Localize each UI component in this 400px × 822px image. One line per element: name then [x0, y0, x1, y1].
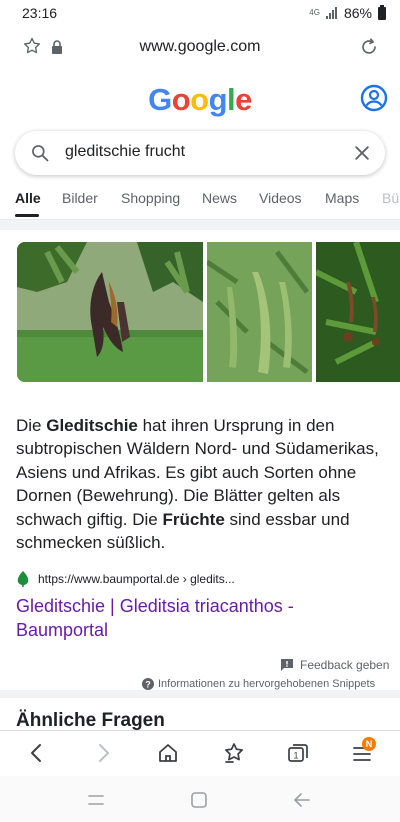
url-text[interactable]: www.google.com: [0, 38, 400, 56]
clear-icon[interactable]: [352, 143, 372, 163]
battery-icon: [378, 4, 386, 20]
svg-text:?: ?: [145, 680, 151, 690]
related-questions-title: Ähnliche Fragen: [16, 710, 165, 731]
system-back-icon[interactable]: [292, 790, 312, 810]
bookmarks-icon[interactable]: [222, 741, 246, 765]
help-icon: ?: [142, 678, 154, 690]
result-url[interactable]: https://www.baumportal.de › gledits...: [38, 572, 235, 586]
search-input[interactable]: gleditschie frucht: [65, 143, 185, 161]
search-icon: [32, 145, 49, 162]
signal-icon: [325, 7, 337, 19]
result-title-link[interactable]: Gleditschie | Gleditsia triacanthos - Ba…: [16, 594, 366, 642]
image-thumbnail[interactable]: [316, 242, 400, 382]
result-source[interactable]: https://www.baumportal.de › gledits...: [16, 571, 235, 587]
active-tab-indicator: [15, 214, 39, 217]
tab-news[interactable]: News: [202, 190, 237, 206]
tabs-count: 1: [293, 751, 298, 761]
image-thumbnail[interactable]: [17, 242, 203, 382]
address-bar[interactable]: www.google.com: [0, 30, 400, 66]
section-gap: [0, 690, 400, 698]
tab-alle[interactable]: Alle: [15, 190, 41, 206]
image-thumbnail[interactable]: [207, 242, 312, 382]
google-logo[interactable]: Google: [0, 82, 400, 118]
search-box[interactable]: gleditschie frucht: [15, 131, 385, 175]
network-indicator: 4G: [309, 8, 320, 17]
home-icon[interactable]: [157, 741, 179, 765]
site-favicon: [17, 571, 29, 587]
tab-maps[interactable]: Maps: [325, 190, 359, 206]
featured-snippets-info[interactable]: ? Informationen zu hervorgehobenen Snipp…: [142, 678, 375, 690]
image-carousel[interactable]: [17, 242, 400, 382]
back-icon[interactable]: [26, 741, 48, 765]
status-bar: 23:16 4G 86%: [0, 0, 400, 26]
menu-notification-badge: N: [362, 737, 376, 751]
tab-shopping[interactable]: Shopping: [121, 190, 180, 206]
reload-icon[interactable]: [358, 36, 380, 58]
battery-percent: 86%: [343, 5, 372, 21]
account-icon[interactable]: [360, 84, 388, 112]
tab-videos[interactable]: Videos: [259, 190, 302, 206]
featured-info-label[interactable]: Informationen zu hervorgehobenen Snippet…: [158, 678, 375, 690]
forward-icon[interactable]: [92, 741, 114, 765]
home-button-icon[interactable]: [189, 790, 209, 810]
system-navigation-bar: [0, 776, 400, 822]
browser-toolbar: 1 N: [0, 730, 400, 776]
tab-buecher[interactable]: Bü: [382, 190, 399, 206]
search-tabs: Alle Bilder Shopping News Videos Maps Bü: [0, 190, 400, 220]
feedback-icon: [281, 659, 293, 671]
recent-apps-icon[interactable]: [86, 790, 106, 810]
feedback-button[interactable]: Feedback geben: [280, 658, 389, 672]
tabs-icon[interactable]: 1: [286, 741, 310, 765]
status-time: 23:16: [22, 5, 58, 21]
section-gap: [0, 220, 400, 230]
featured-snippet-text: Die Gleditschie hat ihren Ursprung in de…: [16, 416, 379, 553]
tab-bilder[interactable]: Bilder: [62, 190, 98, 206]
feedback-label[interactable]: Feedback geben: [300, 658, 389, 672]
